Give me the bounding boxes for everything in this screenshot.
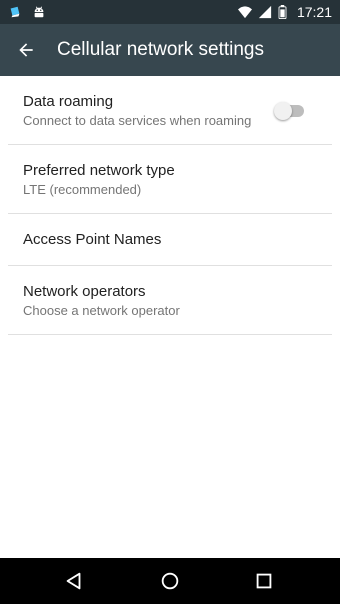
status-bar: 17:21 xyxy=(0,0,340,24)
battery-icon xyxy=(278,5,287,19)
nav-back-icon xyxy=(66,572,81,590)
download-icon xyxy=(8,5,22,19)
app-bar: Cellular network settings xyxy=(0,24,340,76)
status-bar-right: 17:21 xyxy=(237,3,332,21)
setting-summary: Choose a network operator xyxy=(23,303,180,318)
setting-data-roaming[interactable]: Data roaming Connect to data services wh… xyxy=(8,76,332,145)
nav-recents-button[interactable] xyxy=(252,569,276,593)
toggle-thumb xyxy=(274,102,292,120)
setting-network-operators[interactable]: Network operators Choose a network opera… xyxy=(8,266,332,335)
setting-preferred-network-type[interactable]: Preferred network type LTE (recommended) xyxy=(8,145,332,214)
setting-summary: LTE (recommended) xyxy=(23,182,142,197)
setting-title: Network operators xyxy=(23,283,146,300)
setting-title: Preferred network type xyxy=(23,162,175,179)
wifi-icon xyxy=(237,5,252,19)
settings-list: Data roaming Connect to data services wh… xyxy=(8,76,332,335)
android-icon xyxy=(32,5,46,19)
cell-signal-icon xyxy=(258,5,272,19)
arrow-back-icon xyxy=(19,43,33,57)
data-roaming-toggle[interactable] xyxy=(274,102,308,120)
nav-back-button[interactable] xyxy=(62,569,86,593)
status-bar-left xyxy=(8,4,46,20)
setting-access-point-names[interactable]: Access Point Names xyxy=(8,214,332,266)
nav-home-button[interactable] xyxy=(158,569,182,593)
status-time: 17:21 xyxy=(296,4,332,20)
navigation-bar xyxy=(0,558,340,604)
back-button[interactable] xyxy=(12,36,40,64)
setting-title: Access Point Names xyxy=(23,231,162,248)
page-title: Cellular network settings xyxy=(57,39,264,60)
nav-recents-icon xyxy=(256,573,272,589)
nav-home-icon xyxy=(161,572,179,590)
